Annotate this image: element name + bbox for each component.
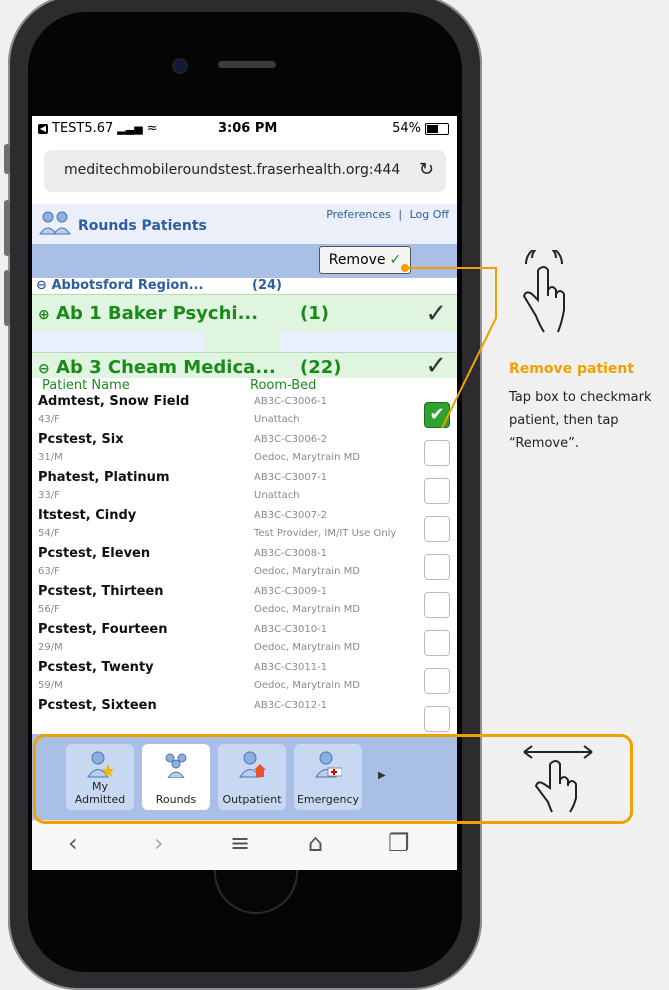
- tap-gesture-icon: [522, 250, 565, 333]
- annotation-body: Tap box to checkmark patient, then tap “…: [509, 390, 652, 451]
- swipe-gesture-icon: [523, 745, 593, 813]
- annotation-lines: [401, 264, 497, 429]
- annotation-title: Remove patient: [509, 361, 635, 377]
